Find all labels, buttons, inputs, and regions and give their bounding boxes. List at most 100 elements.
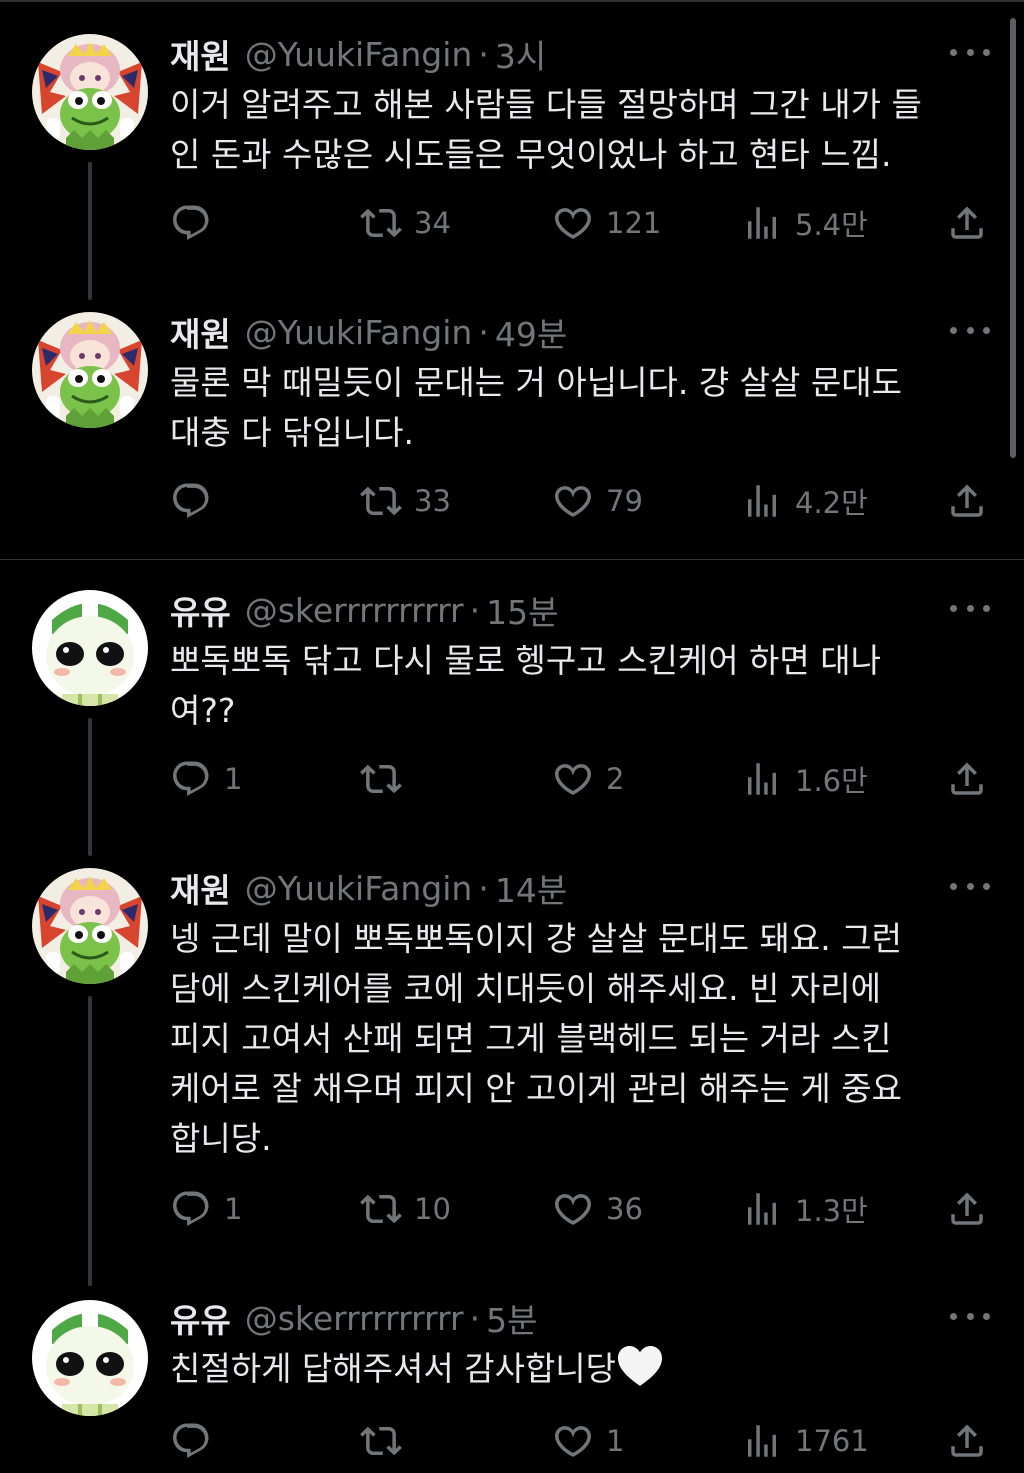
reply-button[interactable] bbox=[170, 476, 224, 526]
retweet-icon bbox=[360, 758, 402, 800]
tweet-text-line: 여?? bbox=[170, 691, 236, 730]
like-count: 1 bbox=[606, 1424, 625, 1458]
avatar[interactable] bbox=[32, 868, 148, 984]
views-icon bbox=[741, 480, 783, 522]
retweet-icon bbox=[360, 202, 402, 244]
display-name[interactable]: 재원 bbox=[170, 30, 231, 78]
tweet-text-line: 담에 스킨케어를 코에 치대듯이 해주세요. 빈 자리에 bbox=[170, 969, 881, 1008]
tweet-text: 이거 알려주고 해본 사람들 다들 절망하며 그간 내가 들 인 돈과 수많은 … bbox=[170, 80, 1000, 180]
share-button[interactable] bbox=[946, 198, 988, 248]
view-count: 5.4만 bbox=[795, 208, 868, 242]
retweet-button[interactable]: 34 bbox=[360, 198, 451, 248]
tweet-text: 물론 막 때밀듯이 문대는 거 아닙니다. 걍 살살 문대도 대충 다 닦입니다… bbox=[170, 358, 1000, 458]
retweet-icon bbox=[360, 1420, 402, 1462]
timestamp[interactable]: 49분 bbox=[495, 308, 567, 356]
share-button[interactable] bbox=[946, 476, 988, 526]
views-button[interactable]: 1.6만 bbox=[741, 754, 868, 804]
like-count: 121 bbox=[606, 206, 662, 240]
more-icon[interactable] bbox=[950, 1304, 990, 1328]
tweet-header: 유유 @skerrrrrrrrrr · 5분 bbox=[170, 1292, 537, 1344]
reply-button[interactable] bbox=[170, 1416, 224, 1466]
tweet-text: 친절하게 답해주셔서 감사합니당 bbox=[170, 1344, 1000, 1394]
like-count: 36 bbox=[606, 1192, 643, 1226]
avatar[interactable] bbox=[32, 34, 148, 150]
share-icon bbox=[946, 202, 988, 244]
views-button[interactable]: 4.2만 bbox=[741, 476, 868, 526]
retweet-count: 33 bbox=[414, 484, 451, 518]
like-button[interactable]: 1 bbox=[552, 1416, 624, 1466]
views-icon bbox=[741, 1188, 783, 1230]
tweet-header: 유유 @skerrrrrrrrrr · 15분 bbox=[170, 584, 558, 636]
avatar[interactable] bbox=[32, 312, 148, 428]
action-bar: 1 1761 bbox=[0, 1416, 1024, 1466]
like-button[interactable]: 121 bbox=[552, 198, 661, 248]
share-icon bbox=[946, 1188, 988, 1230]
view-count: 1.3만 bbox=[795, 1194, 868, 1228]
views-button[interactable]: 1761 bbox=[741, 1416, 869, 1466]
conversation-divider bbox=[0, 559, 1024, 560]
action-bar: 1 2 1.6만 bbox=[0, 754, 1024, 804]
timestamp[interactable]: 15분 bbox=[486, 586, 558, 634]
reply-button[interactable]: 1 bbox=[170, 1184, 242, 1234]
like-icon bbox=[552, 1420, 594, 1462]
reply-icon bbox=[170, 758, 212, 800]
display-name[interactable]: 유유 bbox=[170, 586, 231, 634]
display-name[interactable]: 재원 bbox=[170, 308, 231, 356]
display-name[interactable]: 유유 bbox=[170, 1294, 231, 1342]
user-handle[interactable]: @YuukiFangin bbox=[245, 869, 473, 908]
tweet-text: 뽀독뽀독 닦고 다시 물로 헹구고 스킨케어 하면 대나 여?? bbox=[170, 636, 1000, 736]
thread-line bbox=[88, 996, 92, 1286]
like-button[interactable]: 79 bbox=[552, 476, 643, 526]
retweet-button[interactable]: 10 bbox=[360, 1184, 451, 1234]
share-button[interactable] bbox=[946, 1184, 988, 1234]
retweet-count: 10 bbox=[414, 1192, 451, 1226]
retweet-button[interactable]: 33 bbox=[360, 476, 451, 526]
share-button[interactable] bbox=[946, 1416, 988, 1466]
views-button[interactable]: 1.3만 bbox=[741, 1184, 868, 1234]
more-icon[interactable] bbox=[950, 40, 990, 64]
view-count: 1.6만 bbox=[795, 764, 868, 798]
timestamp[interactable]: 5분 bbox=[486, 1294, 537, 1342]
top-divider bbox=[0, 0, 1024, 2]
tweet-text-line: 이거 알려주고 해본 사람들 다들 절망하며 그간 내가 들 bbox=[170, 85, 922, 124]
reply-icon bbox=[170, 480, 212, 522]
share-icon bbox=[946, 758, 988, 800]
tweet-text-line: 대충 다 닦입니다. bbox=[170, 413, 414, 452]
timestamp[interactable]: 14분 bbox=[495, 864, 567, 912]
tweet-text-line: 넹 근데 말이 뽀독뽀독이지 걍 살살 문대도 돼요. 그런 bbox=[170, 919, 902, 958]
more-icon[interactable] bbox=[950, 874, 990, 898]
more-icon[interactable] bbox=[950, 318, 990, 342]
share-button[interactable] bbox=[946, 754, 988, 804]
display-name[interactable]: 재원 bbox=[170, 864, 231, 912]
tweet-text-line: 합니당. bbox=[170, 1119, 272, 1158]
retweet-count: 34 bbox=[414, 206, 451, 240]
action-bar: 1 10 36 1.3만 bbox=[0, 1184, 1024, 1234]
like-button[interactable]: 2 bbox=[552, 754, 624, 804]
user-handle[interactable]: @YuukiFangin bbox=[245, 313, 473, 352]
views-icon bbox=[741, 758, 783, 800]
reply-button[interactable]: 1 bbox=[170, 754, 242, 804]
retweet-button[interactable] bbox=[360, 1416, 414, 1466]
user-handle[interactable]: @skerrrrrrrrrr bbox=[245, 591, 464, 630]
avatar[interactable] bbox=[32, 1300, 148, 1416]
tweet-text: 넹 근데 말이 뽀독뽀독이지 걍 살살 문대도 돼요. 그런 담에 스킨케어를 … bbox=[170, 914, 1000, 1164]
share-icon bbox=[946, 480, 988, 522]
reply-button[interactable] bbox=[170, 198, 224, 248]
reply-count: 1 bbox=[224, 1192, 243, 1226]
retweet-button[interactable] bbox=[360, 754, 414, 804]
tweet-header: 재원 @YuukiFangin · 3시 bbox=[170, 28, 546, 80]
avatar[interactable] bbox=[32, 590, 148, 706]
user-handle[interactable]: @skerrrrrrrrrr bbox=[245, 1299, 464, 1338]
tweet-text-content: 친절하게 답해주셔서 감사합니당 bbox=[170, 1349, 617, 1388]
user-handle[interactable]: @YuukiFangin bbox=[245, 35, 473, 74]
retweet-icon bbox=[360, 1188, 402, 1230]
views-button[interactable]: 5.4만 bbox=[741, 198, 868, 248]
separator: · bbox=[478, 312, 489, 352]
more-icon[interactable] bbox=[950, 596, 990, 620]
tweet-header: 재원 @YuukiFangin · 14분 bbox=[170, 862, 567, 914]
reply-count: 1 bbox=[224, 762, 243, 796]
timestamp[interactable]: 3시 bbox=[495, 30, 546, 78]
views-icon bbox=[741, 1420, 783, 1462]
like-button[interactable]: 36 bbox=[552, 1184, 643, 1234]
reply-icon bbox=[170, 202, 212, 244]
